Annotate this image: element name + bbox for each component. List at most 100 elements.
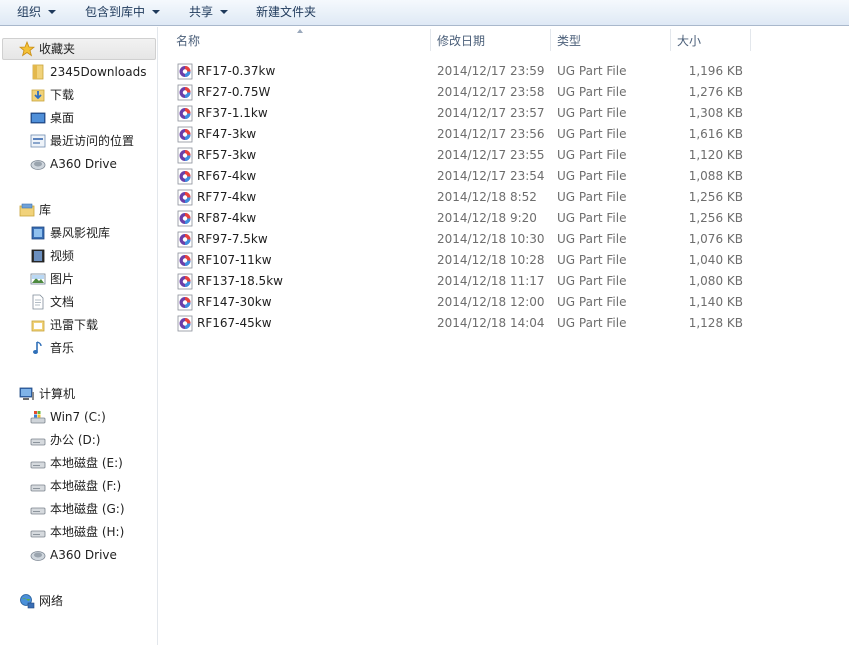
file-type: UG Part File (557, 211, 627, 225)
column-divider[interactable] (670, 29, 671, 51)
nav-item-label: 视频 (50, 249, 75, 263)
library-icon (19, 203, 35, 217)
command-bar: 组织 包含到库中 共享 新建文件夹 (0, 0, 849, 26)
ug-part-file-icon (177, 147, 193, 164)
file-type: UG Part File (557, 127, 627, 141)
drive-icon (30, 461, 46, 469)
network-icon (20, 594, 35, 609)
nav-item-downloads[interactable]: 下载 (30, 84, 155, 106)
file-type: UG Part File (557, 232, 627, 246)
file-type: UG Part File (557, 106, 627, 120)
organize-button[interactable]: 组织 (17, 0, 57, 25)
nav-computer-label: 计算机 (39, 387, 76, 401)
file-size: 1,128 KB (688, 316, 743, 330)
file-row[interactable]: RF107-11kw 2014/12/18 10:28 UG Part File 1,… (159, 250, 849, 271)
file-date: 2014/12/17 23:58 (437, 85, 545, 99)
file-date: 2014/12/18 11:17 (437, 274, 545, 288)
nav-favorites-label: 收藏夹 (39, 42, 76, 56)
nav-favorites[interactable]: 收藏夹 (19, 38, 154, 60)
nav-computer[interactable]: 计算机 (19, 383, 154, 405)
nav-item-drive-c[interactable]: Win7 (C:) (30, 406, 155, 428)
file-name: RF37-1.1kw (197, 106, 268, 120)
recent-places-icon (30, 134, 46, 148)
share-button[interactable]: 共享 (189, 0, 229, 25)
file-row[interactable]: RF37-1.1kw 2014/12/17 23:57 UG Part File 1,… (159, 103, 849, 124)
file-size: 1,076 KB (688, 232, 743, 246)
file-size: 1,308 KB (688, 106, 743, 120)
nav-item-drive-h[interactable]: 本地磁盘 (H:) (30, 521, 155, 543)
ug-part-file-icon (177, 126, 193, 143)
file-name: RF107-11kw (197, 253, 272, 267)
nav-item-thunder-downloads[interactable]: 迅雷下载 (30, 314, 155, 336)
nav-item-drive-g[interactable]: 本地磁盘 (G:) (30, 498, 155, 520)
nav-item-music[interactable]: 音乐 (30, 337, 155, 359)
file-type: UG Part File (557, 148, 627, 162)
file-row[interactable]: RF97-7.5kw 2014/12/18 10:30 UG Part File 1,… (159, 229, 849, 250)
file-date: 2014/12/18 10:30 (437, 232, 545, 246)
file-row[interactable]: RF87-4kw 2014/12/18 9:20 UG Part File 1,256… (159, 208, 849, 229)
file-row[interactable]: RF147-30kw 2014/12/18 12:00 UG Part File 1,… (159, 292, 849, 313)
file-row[interactable]: RF17-0.37kw 2014/12/17 23:59 UG Part File 1… (159, 61, 849, 82)
ug-part-file-icon (177, 105, 193, 122)
folder-icon (32, 64, 44, 80)
thunder-download-icon (31, 320, 45, 332)
nav-item-pictures[interactable]: 图片 (30, 268, 155, 290)
nav-item-2345downloads[interactable]: 2345Downloads (30, 61, 155, 83)
include-in-library-label: 包含到库中 (85, 5, 146, 19)
nav-item-label: 暴风影视库 (50, 226, 111, 240)
file-type: UG Part File (557, 295, 627, 309)
column-header-type[interactable]: 类型 (557, 27, 667, 54)
nav-network[interactable]: 网络 (19, 590, 154, 612)
column-header-size[interactable]: 大小 (677, 27, 747, 54)
include-in-library-button[interactable]: 包含到库中 (85, 0, 161, 25)
nav-item-documents[interactable]: 文档 (30, 291, 155, 313)
nav-item-label: 2345Downloads (50, 65, 147, 79)
nav-item-videos[interactable]: 视频 (30, 245, 155, 267)
nav-item-drive-d[interactable]: 办公 (D:) (30, 429, 155, 451)
file-row[interactable]: RF27-0.75W 2014/12/17 23:58 UG Part File 1,… (159, 82, 849, 103)
file-size: 1,080 KB (688, 274, 743, 288)
nav-item-label: 迅雷下载 (50, 318, 99, 332)
a360-drive-icon (30, 551, 46, 561)
file-type: UG Part File (557, 64, 627, 78)
column-divider[interactable] (430, 29, 431, 51)
nav-item-a360-drive-computer[interactable]: A360 Drive (30, 544, 155, 566)
nav-item-recent-places[interactable]: 最近访问的位置 (30, 130, 155, 152)
star-icon (19, 41, 35, 57)
file-row[interactable]: RF167-45kw 2014/12/18 14:04 UG Part File 1,… (159, 313, 849, 334)
file-name: RF17-0.37kw (197, 64, 276, 78)
column-header-date[interactable]: 修改日期 (437, 27, 547, 54)
file-row[interactable]: RF137-18.5kw 2014/12/18 11:17 UG Part File… (159, 271, 849, 292)
share-label: 共享 (189, 5, 214, 19)
nav-libraries[interactable]: 库 (19, 199, 154, 221)
ug-part-file-icon (177, 252, 193, 269)
nav-item-label: 本地磁盘 (E:) (50, 456, 123, 470)
ug-part-file-icon (177, 63, 193, 80)
nav-item-desktop[interactable]: 桌面 (30, 107, 155, 129)
file-type: UG Part File (557, 85, 627, 99)
file-type: UG Part File (557, 190, 627, 204)
nav-item-a360-drive[interactable]: A360 Drive (30, 153, 155, 175)
system-drive-icon (30, 411, 46, 424)
nav-item-drive-e[interactable]: 本地磁盘 (E:) (30, 452, 155, 474)
drive-icon (30, 484, 46, 492)
file-name: RF87-4kw (197, 211, 257, 225)
drive-icon (30, 530, 46, 538)
chevron-down-icon (48, 9, 57, 14)
nav-item-label: 最近访问的位置 (50, 134, 135, 148)
file-row[interactable]: RF47-3kw 2014/12/17 23:56 UG Part File 1,61… (159, 124, 849, 145)
column-divider[interactable] (750, 29, 751, 51)
desktop-icon (30, 112, 46, 124)
new-folder-button[interactable]: 新建文件夹 (256, 0, 316, 25)
ug-part-file-icon (177, 315, 193, 332)
file-name: RF67-4kw (197, 169, 257, 183)
file-row[interactable]: RF67-4kw 2014/12/17 23:54 UG Part File 1,08… (159, 166, 849, 187)
nav-item-drive-f[interactable]: 本地磁盘 (F:) (30, 475, 155, 497)
video-library-icon (31, 226, 45, 240)
column-header-name[interactable]: 名称 (176, 27, 426, 54)
file-row[interactable]: RF77-4kw 2014/12/18 8:52 UG Part File 1,256… (159, 187, 849, 208)
file-name: RF147-30kw (197, 295, 272, 309)
file-row[interactable]: RF57-3kw 2014/12/17 23:55 UG Part File 1,12… (159, 145, 849, 166)
column-divider[interactable] (550, 29, 551, 51)
nav-item-video-library[interactable]: 暴风影视库 (30, 222, 155, 244)
